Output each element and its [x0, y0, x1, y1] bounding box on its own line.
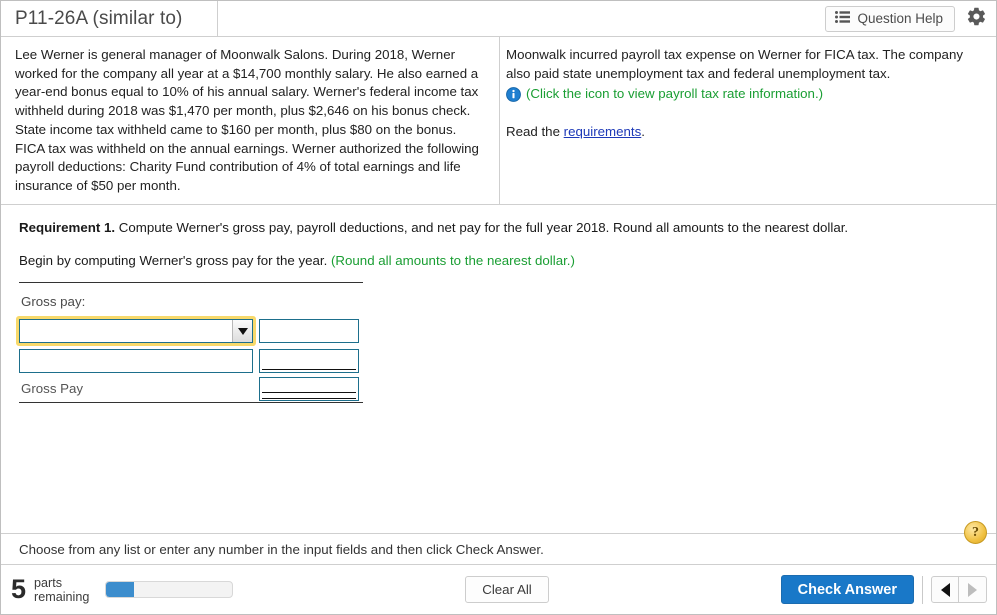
- gross-pay-total-cell: [259, 376, 359, 401]
- read-requirements-line: Read the requirements.: [506, 124, 982, 139]
- parts-remaining-group: 5 parts remaining: [11, 576, 89, 604]
- parts-label-line1: parts: [34, 575, 63, 590]
- header-bar: P11-26A (similar to) Question Help: [1, 1, 996, 37]
- requirement-heading: Requirement 1. Compute Werner's gross pa…: [19, 219, 982, 237]
- begin-instruction-text: Begin by computing Werner's gross pay fo…: [19, 252, 331, 268]
- question-title-tab: P11-26A (similar to): [1, 1, 218, 36]
- payroll-rate-info-line[interactable]: (Click the icon to view payroll tax rate…: [506, 85, 982, 107]
- navigation-buttons: [931, 576, 987, 603]
- gross-pay-amount-2-cell: [259, 349, 359, 374]
- info-icon[interactable]: [506, 87, 521, 107]
- gross-pay-caption: Gross pay:: [21, 293, 86, 309]
- requirement-text: Compute Werner's gross pay, payroll dedu…: [115, 219, 849, 235]
- page-title: P11-26A (similar to): [15, 7, 183, 29]
- problem-statement-text: Lee Werner is general manager of Moonwal…: [15, 47, 479, 193]
- gross-pay-amount-1-input[interactable]: [259, 319, 359, 344]
- parts-remaining-count: 5: [11, 574, 27, 604]
- begin-instruction-note: (Round all amounts to the nearest dollar…: [330, 252, 575, 268]
- payroll-rate-info-note: (Click the icon to view payroll tax rate…: [526, 86, 824, 102]
- progress-bar-fill: [106, 582, 135, 597]
- requirement-body: Requirement 1. Compute Werner's gross pa…: [1, 205, 996, 533]
- gross-pay-amount-1-cell: [259, 319, 359, 344]
- next-part-button[interactable]: [959, 576, 987, 603]
- header-spacer: [218, 1, 825, 36]
- list-icon: [835, 11, 851, 26]
- footer-middle: Clear All: [233, 576, 780, 603]
- footer-bar: 5 parts remaining Clear All Check Answer: [1, 564, 996, 614]
- gross-pay-item-2-input[interactable]: [19, 349, 253, 374]
- progress-bar: [105, 581, 234, 598]
- footer-divider: [922, 575, 923, 604]
- problem-secondary-text: Moonwalk incurred payroll tax expense on…: [506, 47, 963, 81]
- gross-pay-total-label: Gross Pay: [21, 381, 84, 397]
- help-question-icon[interactable]: ?: [964, 521, 987, 544]
- header-actions: Question Help: [825, 1, 996, 36]
- problem-right-panel: Moonwalk incurred payroll tax expense on…: [500, 37, 996, 204]
- table-row: [19, 348, 363, 374]
- chevron-down-icon[interactable]: [232, 320, 252, 343]
- gross-pay-item-1-select[interactable]: [19, 319, 253, 344]
- question-help-label: Question Help: [857, 11, 943, 26]
- settings-button[interactable]: [963, 6, 989, 32]
- previous-part-button[interactable]: [931, 576, 959, 603]
- hint-bar: Choose from any list or enter any number…: [1, 521, 996, 564]
- table-caption-row: Gross pay:: [19, 288, 363, 314]
- table-row: [16, 316, 363, 347]
- begin-instruction: Begin by computing Werner's gross pay fo…: [19, 252, 982, 271]
- gross-pay-total-input[interactable]: [259, 376, 359, 401]
- triangle-right-icon: [968, 582, 977, 597]
- triangle-left-icon: [940, 582, 950, 597]
- hint-text: Choose from any list or enter any number…: [19, 541, 544, 557]
- question-window: P11-26A (similar to) Question Help Lee W…: [0, 0, 997, 615]
- requirement-label: Requirement 1.: [19, 219, 116, 235]
- problem-left-panel: Lee Werner is general manager of Moonwal…: [1, 37, 500, 204]
- gross-pay-table: Gross pay: Gross Pay: [16, 282, 363, 404]
- question-help-button[interactable]: Question Help: [825, 5, 955, 32]
- clear-all-button[interactable]: Clear All: [465, 576, 549, 603]
- read-prefix-label: Read the: [506, 124, 564, 140]
- gross-pay-total-row: Gross Pay: [19, 376, 363, 404]
- gear-icon: [966, 6, 987, 32]
- parts-label-line2: remaining: [34, 589, 90, 604]
- gross-pay-amount-2-input[interactable]: [259, 349, 359, 374]
- read-suffix-label: .: [641, 124, 645, 140]
- requirements-link[interactable]: requirements: [564, 124, 642, 139]
- check-answer-button[interactable]: Check Answer: [780, 575, 914, 604]
- footer-actions: Check Answer: [780, 575, 987, 604]
- parts-remaining-label: parts remaining: [34, 576, 89, 604]
- gross-pay-item-1-select-wrapper: [16, 316, 256, 347]
- problem-panels: Lee Werner is general manager of Moonwal…: [1, 37, 996, 205]
